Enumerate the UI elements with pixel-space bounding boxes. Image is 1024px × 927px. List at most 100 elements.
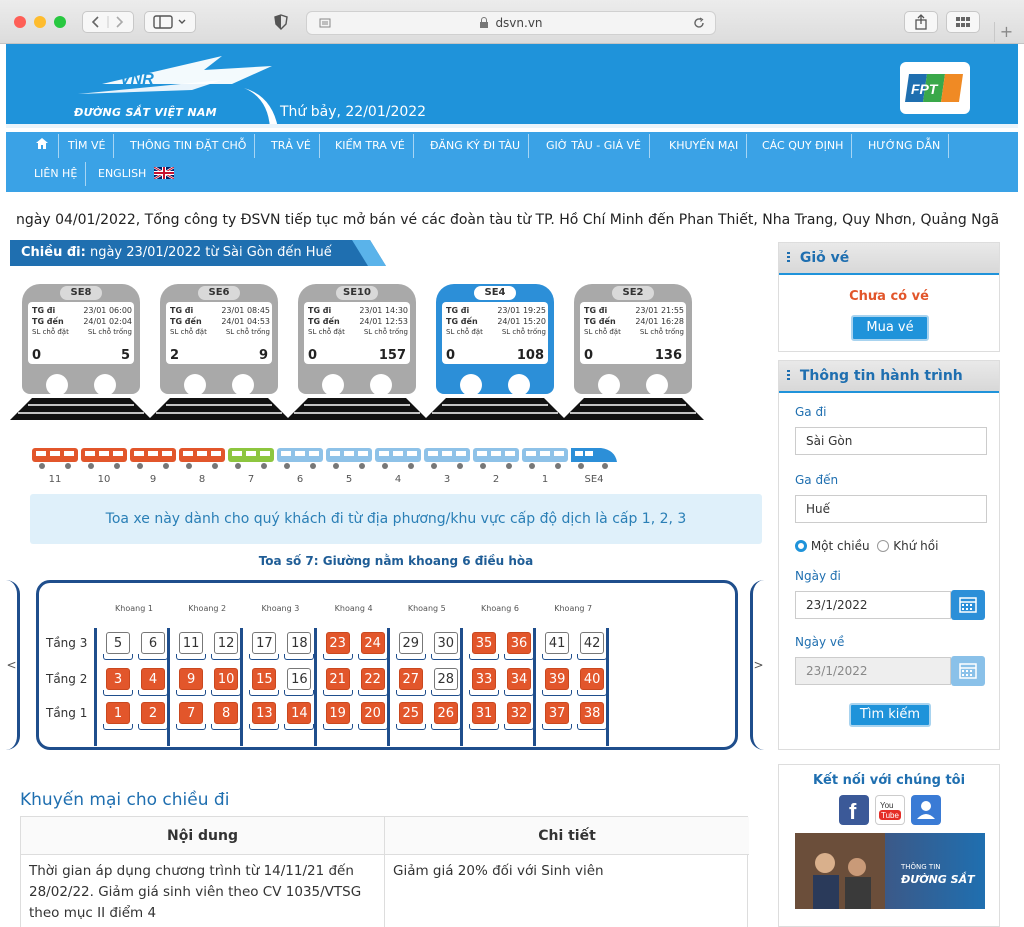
- seat-6[interactable]: 6: [141, 632, 165, 654]
- zoom-window-button[interactable]: [54, 16, 66, 28]
- car-se4[interactable]: SE4: [571, 446, 617, 485]
- address-bar[interactable]: dsvn.vn: [306, 11, 716, 35]
- rail-info-ad[interactable]: THÔNG TIN ĐƯỜNG SẮT: [795, 833, 985, 909]
- nav-item-dang-ky-di-tau[interactable]: ĐĂNG KÝ ĐI TÀU: [422, 134, 530, 158]
- to-station-input[interactable]: Huế: [795, 495, 987, 523]
- seat-8[interactable]: 8: [214, 702, 239, 724]
- train-card-se4[interactable]: SE4 TG đi 23/01 19:25 TG đến 24/01 15:20 SL c…: [424, 284, 566, 422]
- nav-item-lien-he[interactable]: LIÊN HỆ: [26, 162, 87, 186]
- nav-item-cac-quy-dinh[interactable]: CÁC QUY ĐỊNH: [754, 134, 853, 158]
- nav-item-khuyen-mai[interactable]: KHUYẾN MẠI: [661, 134, 748, 158]
- seat-14[interactable]: 14: [287, 702, 312, 724]
- seat-9[interactable]: 9: [179, 668, 204, 690]
- next-coach-button[interactable]: >: [750, 580, 764, 750]
- from-station-input[interactable]: Sài Gòn: [795, 427, 987, 455]
- seat-21[interactable]: 21: [325, 668, 350, 690]
- car-6[interactable]: 6: [277, 446, 323, 485]
- ret-date-picker-button[interactable]: [951, 656, 985, 686]
- nav-item-gio-tau-gia-ve[interactable]: GIỜ TÀU - GIÁ VÉ: [538, 134, 650, 158]
- tab-overview-button[interactable]: [946, 11, 980, 33]
- seat-36[interactable]: 36: [507, 632, 531, 654]
- buy-ticket-button[interactable]: Mua vé: [851, 315, 929, 341]
- seat-20[interactable]: 20: [360, 702, 385, 724]
- seat-25[interactable]: 25: [398, 702, 423, 724]
- dep-date-picker-button[interactable]: [951, 590, 985, 620]
- nav-item-tim-ve[interactable]: TÌM VÉ: [60, 134, 115, 158]
- one-way-radio[interactable]: [795, 540, 807, 552]
- seat-28[interactable]: 28: [433, 668, 458, 690]
- seat-4[interactable]: 4: [141, 668, 165, 690]
- car-3[interactable]: 3: [424, 446, 470, 485]
- car-5[interactable]: 5: [326, 446, 372, 485]
- seat-13[interactable]: 13: [252, 702, 277, 724]
- seat-39[interactable]: 39: [545, 668, 570, 690]
- seat-26[interactable]: 26: [433, 702, 458, 724]
- train-card-se8[interactable]: SE8 TG đi 23/01 06:00 TG đến 24/01 02:04 SL c…: [10, 284, 152, 422]
- seat-16[interactable]: 16: [287, 668, 312, 690]
- seat-40[interactable]: 40: [580, 668, 605, 690]
- seat-12[interactable]: 12: [214, 632, 239, 654]
- back-forward-buttons[interactable]: [82, 11, 134, 33]
- seat-41[interactable]: 41: [545, 632, 570, 654]
- car-4[interactable]: 4: [375, 446, 421, 485]
- seat-42[interactable]: 42: [580, 632, 605, 654]
- nav-item-huong-dan[interactable]: HƯỚNG DẪN: [860, 134, 950, 158]
- car-11[interactable]: 11: [32, 446, 78, 485]
- seat-29[interactable]: 29: [398, 632, 423, 654]
- train-card-se6[interactable]: SE6 TG đi 23/01 08:45 TG đến 24/01 04:53 SL c…: [148, 284, 290, 422]
- seat-7[interactable]: 7: [179, 702, 204, 724]
- seat-38[interactable]: 38: [580, 702, 605, 724]
- contact-icon[interactable]: [911, 795, 941, 825]
- sidebar-toggle-button[interactable]: [144, 11, 196, 33]
- train-card-se2[interactable]: SE2 TG đi 23/01 21:55 TG đến 24/01 16:28 SL c…: [562, 284, 704, 422]
- dep-date-input[interactable]: 23/1/2022: [795, 591, 951, 619]
- car-7[interactable]: 7: [228, 446, 274, 485]
- seat-35[interactable]: 35: [472, 632, 496, 654]
- fpt-logo[interactable]: FPT: [900, 62, 970, 114]
- minimize-window-button[interactable]: [34, 16, 46, 28]
- news-marquee[interactable]: ngày 04/01/2022, Tổng công ty ĐSVN tiếp …: [16, 212, 1001, 228]
- car-10[interactable]: 10: [81, 446, 127, 485]
- seat-11[interactable]: 11: [179, 632, 204, 654]
- youtube-icon[interactable]: You Tube: [875, 795, 905, 825]
- nav-item-tra-ve[interactable]: TRẢ VÉ: [263, 134, 320, 158]
- seat-5[interactable]: 5: [106, 632, 130, 654]
- seat-2[interactable]: 2: [141, 702, 165, 724]
- search-button[interactable]: Tìm kiếm: [849, 703, 931, 727]
- seat-18[interactable]: 18: [287, 632, 312, 654]
- seat-34[interactable]: 34: [507, 668, 531, 690]
- nav-item-english[interactable]: ENGLISH: [90, 162, 182, 186]
- seat-30[interactable]: 30: [433, 632, 458, 654]
- privacy-shield-icon[interactable]: [264, 11, 298, 33]
- seat-37[interactable]: 37: [545, 702, 570, 724]
- seat-32[interactable]: 32: [507, 702, 531, 724]
- prev-coach-button[interactable]: <: [6, 580, 20, 750]
- seat-15[interactable]: 15: [252, 668, 277, 690]
- seat-3[interactable]: 3: [106, 668, 130, 690]
- seat-33[interactable]: 33: [472, 668, 496, 690]
- new-tab-button[interactable]: +: [994, 22, 1018, 42]
- facebook-icon[interactable]: f: [839, 795, 869, 825]
- nav-item-kiem-tra-ve[interactable]: KIỂM TRA VÉ: [327, 134, 414, 158]
- seat-22[interactable]: 22: [360, 668, 385, 690]
- seat-1[interactable]: 1: [106, 702, 130, 724]
- train-card-se10[interactable]: SE10 TG đi 23/01 14:30 TG đến 24/01 12:53 SL …: [286, 284, 428, 422]
- car-2[interactable]: 2: [473, 446, 519, 485]
- round-trip-radio[interactable]: [877, 540, 890, 552]
- seat-19[interactable]: 19: [325, 702, 350, 724]
- seat-23[interactable]: 23: [325, 632, 350, 654]
- nav-item-thong-tin-dat-cho[interactable]: THÔNG TIN ĐẶT CHỖ: [122, 134, 256, 158]
- car-9[interactable]: 9: [130, 446, 176, 485]
- home-nav-button[interactable]: [26, 134, 59, 158]
- ret-date-input[interactable]: 23/1/2022: [795, 657, 951, 685]
- seat-27[interactable]: 27: [398, 668, 423, 690]
- share-button[interactable]: [904, 11, 938, 33]
- car-8[interactable]: 8: [179, 446, 225, 485]
- seat-24[interactable]: 24: [360, 632, 385, 654]
- close-window-button[interactable]: [14, 16, 26, 28]
- seat-17[interactable]: 17: [252, 632, 277, 654]
- seat-10[interactable]: 10: [214, 668, 239, 690]
- car-1[interactable]: 1: [522, 446, 568, 485]
- reload-icon[interactable]: [693, 17, 705, 29]
- seat-31[interactable]: 31: [472, 702, 496, 724]
